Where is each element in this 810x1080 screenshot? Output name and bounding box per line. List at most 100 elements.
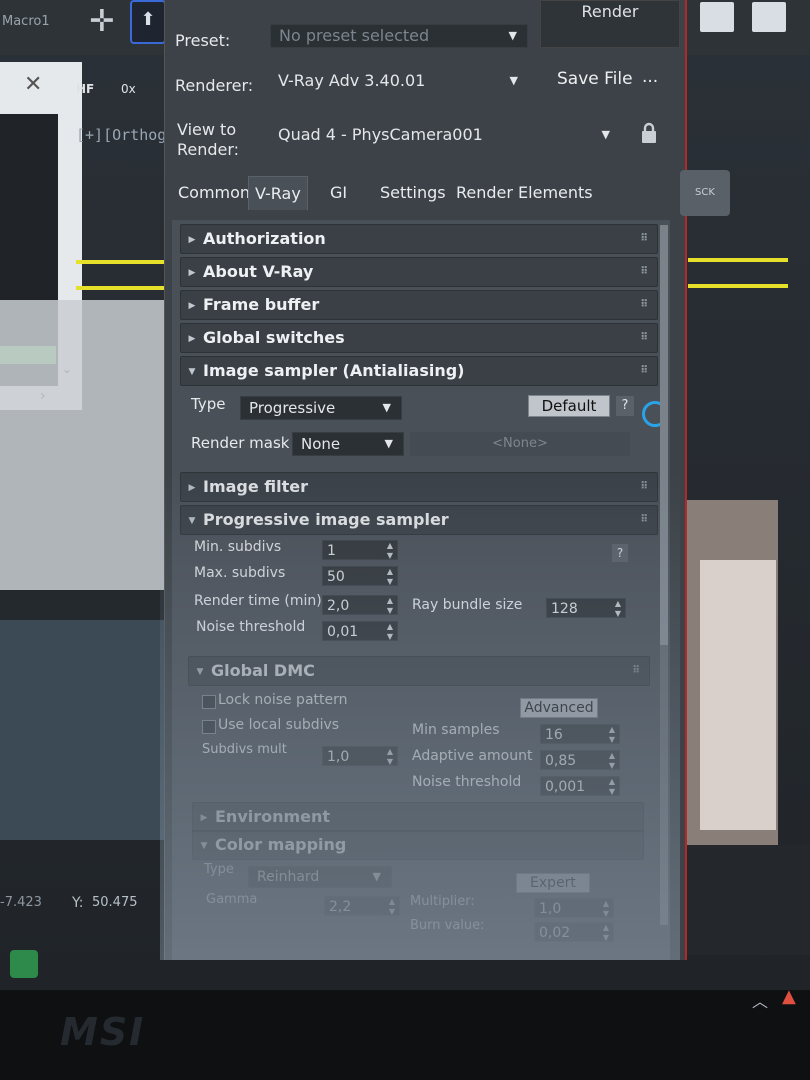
cm-type-dropdown[interactable]: Reinhard ▼	[248, 866, 392, 888]
expert-button[interactable]: Expert	[516, 873, 590, 893]
ray-bundle-label: Ray bundle size	[412, 597, 523, 613]
chevron-down-icon: ▼	[509, 74, 518, 87]
rollout-image-sampler[interactable]: ▼ Image sampler (Antialiasing) ⠿	[180, 356, 658, 386]
collapse-icon: ▼	[188, 366, 196, 377]
grip-icon: ⠿	[640, 299, 648, 310]
spinner-arrows-icon: ▲ ▼	[386, 622, 393, 641]
gamma-spinner[interactable]: 2,2 ▲ ▼	[324, 896, 400, 916]
rollout-progressive-sampler[interactable]: ▼ Progressive image sampler ⠿	[180, 505, 658, 535]
viewport-bottom-left	[0, 620, 175, 840]
rollout-title: Global DMC	[211, 661, 315, 680]
upload-icon[interactable]: ⬆	[130, 0, 166, 44]
spinner-arrows-icon: ▲ ▼	[608, 777, 615, 796]
rollout-about[interactable]: ▶ About V-Ray ⠿	[180, 257, 658, 287]
multiplier-spinner[interactable]: 1,0 ▲ ▼	[534, 898, 614, 918]
chevron-up-icon[interactable]: ︿	[752, 988, 768, 1012]
view-value: Quad 4 - PhysCamera001	[278, 125, 483, 144]
rollout-title: Progressive image sampler	[203, 510, 449, 529]
rollout-frame-buffer[interactable]: ▶ Frame buffer ⠿	[180, 290, 658, 320]
type-label: Type	[191, 395, 226, 413]
rollout-image-filter[interactable]: ▶ Image filter ⠿	[180, 472, 658, 502]
default-button[interactable]: Default	[528, 395, 610, 417]
table-icon[interactable]	[752, 2, 786, 32]
spinner-arrows-icon: ▲ ▼	[602, 923, 609, 942]
dmc-noise-threshold-spinner[interactable]: 0,001 ▲ ▼	[540, 776, 620, 796]
rollout-authorization[interactable]: ▶ Authorization ⠿	[180, 224, 658, 254]
help-button[interactable]: ?	[616, 396, 634, 416]
warning-icon[interactable]: ▲	[782, 986, 796, 1007]
tab-gi[interactable]: GI	[324, 176, 353, 210]
collapse-icon: ▼	[196, 666, 204, 677]
noise-threshold-spinner[interactable]: 0,01 ▲ ▼	[322, 621, 398, 641]
renderer-dropdown[interactable]: V-Ray Adv 3.40.01 ▼	[270, 68, 528, 96]
more-button[interactable]: ...	[642, 67, 658, 87]
render-time-spinner[interactable]: 2,0 ▲ ▼	[322, 595, 398, 615]
chevron-down-icon: ▼	[601, 128, 610, 141]
render-time-value: 2,0	[327, 598, 350, 614]
rollout-color-mapping[interactable]: ▼ Color mapping	[192, 830, 644, 860]
min-samples-spinner[interactable]: 16 ▲ ▼	[540, 724, 620, 744]
spinner-arrows-icon: ▲ ▼	[614, 599, 621, 618]
grip-icon: ⠿	[640, 266, 648, 277]
render-mask-object-button[interactable]: <None>	[410, 432, 630, 456]
viewport-yellow-line	[688, 258, 788, 262]
render-mask-dropdown[interactable]: None ▼	[292, 432, 404, 456]
rollout-global-dmc[interactable]: ▼ Global DMC ⠿	[188, 656, 650, 686]
rollout-title: Image filter	[203, 477, 309, 496]
render-label: Render	[581, 2, 639, 21]
rollout-title: Environment	[215, 807, 331, 826]
expand-icon: ▶	[188, 234, 196, 245]
use-local-subdivs-checkbox[interactable]	[202, 720, 216, 734]
app-icon[interactable]	[10, 950, 38, 978]
tab-render-elements[interactable]: Render Elements	[450, 176, 599, 210]
panel-scrollbar-thumb[interactable]	[660, 225, 668, 645]
adaptive-amount-spinner[interactable]: 0,85 ▲ ▼	[540, 750, 620, 770]
collapse-icon: ▼	[200, 840, 208, 851]
preset-value: No preset selected	[279, 26, 430, 45]
ray-bundle-spinner[interactable]: 128 ▲ ▼	[546, 598, 626, 618]
preset-dropdown[interactable]: No preset selected ▼	[270, 24, 528, 48]
render-button[interactable]: Render	[540, 0, 680, 48]
rollout-environment[interactable]: ▶ Environment	[192, 802, 644, 832]
rollout-global-switches[interactable]: ▶ Global switches ⠿	[180, 323, 658, 353]
render-frame-icon[interactable]: SCK	[680, 170, 730, 216]
tab-vray[interactable]: V-Ray	[248, 176, 308, 210]
rollout-title: Color mapping	[215, 835, 347, 854]
spinner-arrows-icon: ▲ ▼	[386, 747, 393, 766]
render-time-label: Render time (min)	[194, 593, 322, 609]
rollout-title: Frame buffer	[203, 295, 320, 314]
spinner-arrows-icon: ▲ ▼	[386, 596, 393, 615]
advanced-button[interactable]: Advanced	[520, 698, 598, 718]
max-subdivs-value: 50	[327, 569, 345, 585]
tab-common[interactable]: Common	[172, 176, 256, 210]
ray-bundle-value: 128	[551, 601, 578, 617]
coord-y-value[interactable]: 50.475	[92, 895, 138, 910]
burn-value-spinner[interactable]: 0,02 ▲ ▼	[534, 922, 614, 942]
multiplier-label: Multiplier:	[410, 894, 475, 909]
use-local-subdivs-label: Use local subdivs	[218, 717, 340, 733]
help-button[interactable]: ?	[612, 544, 628, 562]
hf-label[interactable]: HF	[76, 82, 94, 96]
subdivs-mult-spinner[interactable]: 1,0 ▲ ▼	[322, 746, 398, 766]
save-file-checkbox[interactable]: Save File	[557, 69, 633, 89]
min-subdivs-spinner[interactable]: 1 ▲ ▼	[322, 540, 398, 560]
lock-noise-checkbox[interactable]	[202, 695, 216, 709]
grip-icon: ⠿	[632, 665, 640, 676]
tab-settings[interactable]: Settings	[374, 176, 452, 210]
zero-x-label[interactable]: 0x	[121, 82, 136, 96]
move-icon[interactable]: ✛	[84, 4, 120, 40]
expand-icon: ▶	[188, 267, 196, 278]
view-to-render-dropdown[interactable]: Quad 4 - PhysCamera001 ▼	[270, 122, 620, 150]
max-subdivs-spinner[interactable]: 50 ▲ ▼	[322, 566, 398, 586]
spinner-arrows-icon: ▲ ▼	[388, 897, 395, 916]
noise-threshold-label: Noise threshold	[196, 619, 306, 635]
viewport-yellow-line	[76, 286, 176, 290]
coord-x-value[interactable]: -7.423	[0, 895, 42, 910]
viewport-yellow-line	[688, 284, 788, 288]
viewport-label[interactable]: [+][Orthog	[76, 126, 166, 144]
spinner-arrows-icon: ▲ ▼	[608, 725, 615, 744]
close-icon[interactable]: ✕	[24, 72, 42, 97]
lock-icon[interactable]	[640, 122, 658, 144]
layout-icon[interactable]	[700, 2, 734, 32]
sampler-type-dropdown[interactable]: Progressive ▼	[240, 396, 402, 420]
